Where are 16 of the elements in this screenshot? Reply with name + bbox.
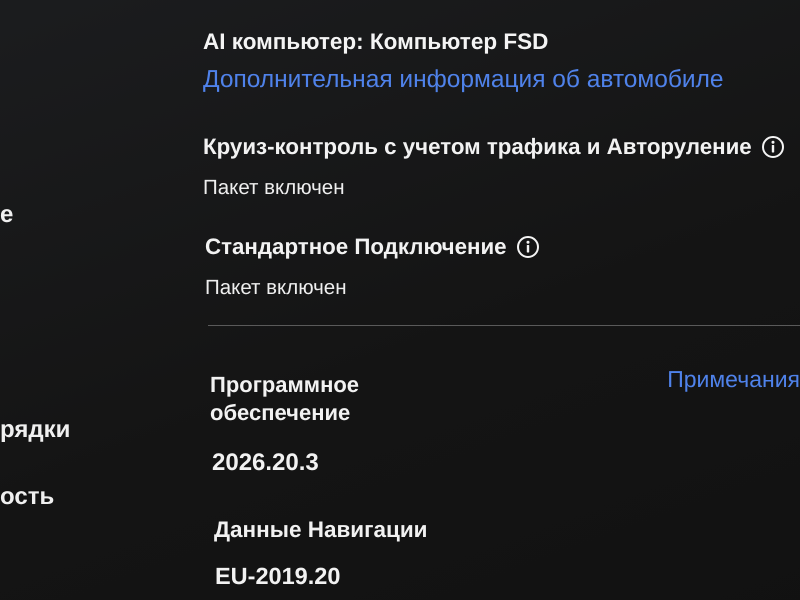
sidebar-item[interactable]: е bbox=[0, 200, 18, 230]
software-label: Программное обеспечение bbox=[210, 371, 360, 427]
computer-info: AI компьютер: Компьютер FSD bbox=[203, 28, 548, 56]
nav-data-label: Данные Навигации bbox=[214, 516, 428, 544]
package-status: Пакет включен bbox=[203, 176, 345, 200]
package-title: Круиз-контроль с учетом трафика и Авторуление bbox=[203, 133, 752, 161]
sidebar-item[interactable]: ость bbox=[0, 482, 58, 512]
vehicle-info-link[interactable]: Дополнительная информация об автомобиле bbox=[203, 66, 724, 94]
nav-data-version: EU-2019.20 bbox=[215, 562, 340, 590]
package-status: Пакет включен bbox=[204, 276, 347, 300]
software-version: 2026.20.3 bbox=[212, 449, 319, 477]
sidebar-item[interactable]: рядки bbox=[0, 415, 74, 445]
info-icon[interactable] bbox=[762, 136, 784, 158]
package-title: Стандартное Подключение bbox=[205, 233, 507, 261]
info-icon[interactable] bbox=[516, 236, 539, 258]
release-notes-link[interactable]: Примечания bbox=[667, 365, 800, 393]
